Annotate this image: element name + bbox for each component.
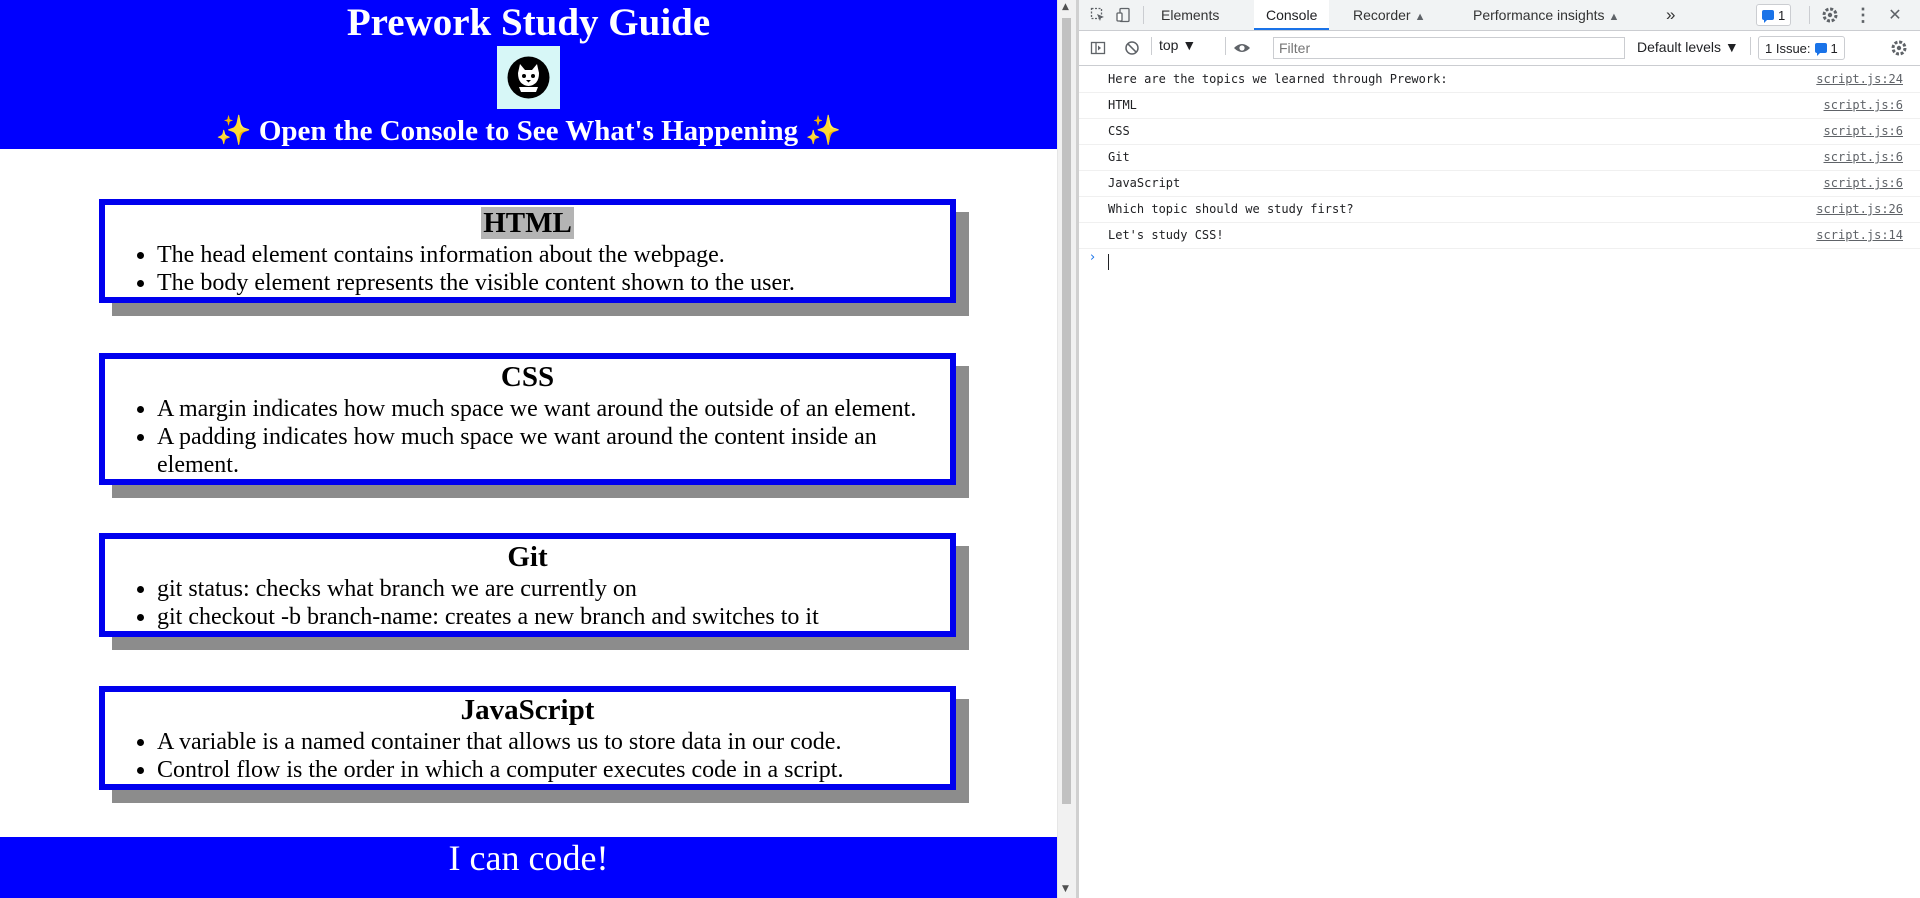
tab-label: Performance insights: [1473, 7, 1605, 23]
topic-card-html: HTML The head element contains informati…: [99, 199, 956, 303]
issues-label: 1 Issue:: [1765, 40, 1811, 56]
console-message-text: Git: [1108, 150, 1130, 164]
console-message: Here are the topics we learned through P…: [1079, 67, 1920, 93]
more-options-kebab-icon[interactable]: ⋮: [1852, 4, 1874, 26]
messages-count: 1: [1778, 7, 1786, 23]
page-subtitle: ✨ Open the Console to See What's Happeni…: [0, 111, 1057, 151]
console-message-text: JavaScript: [1108, 176, 1181, 190]
topic-list: git status: checks what branch we are cu…: [105, 575, 950, 631]
topic-heading: CSS: [500, 361, 555, 393]
filter-input[interactable]: [1273, 37, 1625, 59]
source-link[interactable]: script.js:6: [1824, 93, 1903, 118]
console-output: Here are the topics we learned through P…: [1079, 67, 1920, 273]
source-link[interactable]: script.js:6: [1824, 145, 1903, 170]
console-message: JavaScript script.js:6: [1079, 171, 1920, 197]
page-footer: I can code!: [0, 837, 1057, 898]
divider: [1750, 37, 1751, 55]
source-link[interactable]: script.js:26: [1816, 197, 1903, 222]
message-icon: [1814, 43, 1827, 56]
divider: [1143, 6, 1144, 24]
topic-item: A variable is a named container that all…: [157, 728, 950, 756]
device-toolbar-icon[interactable]: [1113, 4, 1135, 26]
text-caret: [1108, 254, 1109, 270]
page-scrollbar[interactable]: ▲ ▼: [1057, 0, 1076, 898]
subtitle-text: Open the Console to See What's Happening: [258, 115, 799, 147]
context-selector[interactable]: top ▼: [1159, 37, 1196, 53]
tab-elements[interactable]: Elements: [1149, 0, 1231, 30]
topic-item: The body element represents the visible …: [157, 269, 950, 297]
clear-console-icon[interactable]: [1121, 37, 1143, 59]
web-page: Prework Study Guide ✨ Open the Console t…: [0, 0, 1057, 898]
topic-card-javascript: JavaScript A variable is a named contain…: [99, 686, 956, 790]
tab-label: Recorder: [1353, 7, 1411, 23]
topic-heading: HTML: [105, 205, 950, 241]
source-link[interactable]: script.js:6: [1824, 171, 1903, 196]
console-message: Git script.js:6: [1079, 145, 1920, 171]
topic-item: The head element contains information ab…: [157, 241, 950, 269]
cat-logo-icon: [497, 46, 560, 109]
topic-heading: Git: [507, 541, 548, 573]
topic-item: git checkout -b branch-name: creates a n…: [157, 603, 950, 631]
console-message: CSS script.js:6: [1079, 119, 1920, 145]
source-link[interactable]: script.js:6: [1824, 119, 1903, 144]
scroll-up-arrow-icon[interactable]: ▲: [1062, 2, 1069, 12]
tab-performance-insights[interactable]: Performance insights ▲: [1461, 0, 1631, 30]
console-message-text: Here are the topics we learned through P…: [1108, 72, 1448, 86]
console-message-text: HTML: [1108, 98, 1137, 112]
topic-list: A variable is a named container that all…: [105, 728, 950, 784]
settings-gear-icon[interactable]: [1819, 4, 1841, 26]
scrollbar-thumb[interactable]: [1062, 18, 1071, 804]
messages-badge[interactable]: 1: [1756, 4, 1792, 26]
topic-item: git status: checks what branch we are cu…: [157, 575, 950, 603]
page-title: Prework Study Guide: [346, 1, 711, 44]
topic-heading: JavaScript: [460, 694, 595, 726]
close-icon[interactable]: ✕: [1884, 4, 1906, 26]
show-sidebar-icon[interactable]: [1087, 37, 1109, 59]
topic-item: A padding indicates how much space we wa…: [157, 423, 950, 479]
message-icon: [1762, 10, 1774, 23]
console-message-text: Which topic should we study first?: [1108, 202, 1354, 216]
sparkles-icon: ✨: [805, 115, 842, 147]
live-expression-eye-icon[interactable]: [1231, 37, 1253, 59]
topic-item: Control flow is the order in which a com…: [157, 756, 950, 784]
inspect-element-icon[interactable]: [1087, 4, 1109, 26]
source-link[interactable]: script.js:14: [1816, 223, 1903, 248]
console-message-text: Let's study CSS!: [1108, 228, 1224, 242]
topic-list: The head element contains information ab…: [105, 241, 950, 297]
divider: [1809, 6, 1810, 24]
tab-console[interactable]: Console: [1254, 0, 1330, 30]
topic-heading-text: HTML: [481, 207, 574, 239]
divider: [1151, 37, 1152, 55]
console-message: Which topic should we study first? script…: [1079, 197, 1920, 223]
console-toolbar: top ▼ Default levels ▼ 1 Issue: 1: [1079, 31, 1920, 66]
issues-button[interactable]: 1 Issue: 1: [1758, 36, 1845, 60]
topic-card-git: Git git status: checks what branch we ar…: [99, 533, 956, 637]
experimental-flask-icon: ▲: [1608, 11, 1620, 23]
console-prompt[interactable]: ›: [1079, 249, 1920, 273]
console-settings-gear-icon[interactable]: [1888, 37, 1910, 59]
sparkles-icon: ✨: [215, 115, 252, 147]
devtools-tabbar: Elements Console Recorder ▲ Performance i…: [1079, 0, 1920, 31]
console-message: Let's study CSS! script.js:14: [1079, 223, 1920, 249]
issues-count: 1: [1830, 40, 1838, 56]
devtools-panel: Elements Console Recorder ▲ Performance i…: [1079, 0, 1920, 898]
prompt-chevron-icon: ›: [1090, 250, 1096, 265]
divider: [1225, 37, 1226, 55]
log-levels-dropdown[interactable]: Default levels ▼: [1637, 39, 1739, 55]
topic-card-css: CSS A margin indicates how much space we…: [99, 353, 956, 485]
tab-recorder[interactable]: Recorder ▲: [1341, 0, 1437, 30]
page-header: Prework Study Guide ✨ Open the Console t…: [0, 0, 1057, 149]
source-link[interactable]: script.js:24: [1816, 67, 1903, 92]
more-tabs-icon[interactable]: »: [1654, 0, 1687, 30]
topic-item: A margin indicates how much space we wan…: [157, 395, 950, 423]
experimental-flask-icon: ▲: [1414, 11, 1426, 23]
topic-list: A margin indicates how much space we wan…: [105, 395, 950, 479]
console-message-text: CSS: [1108, 124, 1130, 138]
console-message: HTML script.js:6: [1079, 93, 1920, 119]
scroll-down-arrow-icon[interactable]: ▼: [1062, 884, 1069, 894]
